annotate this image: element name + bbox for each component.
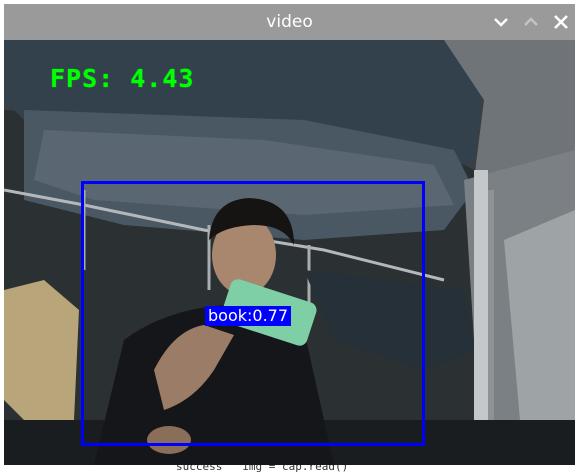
background-terminal: success img = cap.read() [0, 465, 575, 475]
maximize-button[interactable] [522, 13, 540, 31]
title-bar[interactable]: video [4, 4, 575, 40]
minimize-button[interactable] [492, 13, 510, 31]
window-title: video [266, 12, 313, 32]
close-icon [554, 15, 568, 29]
detection-label: book:0.77 [205, 306, 292, 326]
fps-counter: FPS: 4.43 [50, 64, 195, 93]
terminal-text: success img = cap.read() [176, 465, 349, 473]
close-button[interactable] [552, 13, 570, 31]
chevron-down-icon [494, 17, 508, 27]
video-window: video FPS: 4.43 book:0.77 [4, 4, 575, 465]
chevron-up-icon [524, 17, 538, 27]
video-frame: FPS: 4.43 book:0.77 [4, 40, 575, 465]
